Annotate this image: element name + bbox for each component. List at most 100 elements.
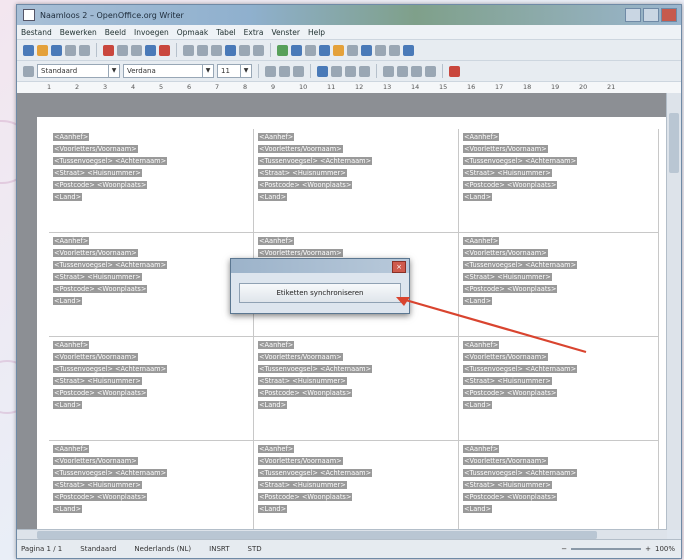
save-icon[interactable] <box>51 44 62 56</box>
redo-icon[interactable] <box>253 44 264 56</box>
menu-extra[interactable]: Extra <box>244 28 264 37</box>
show-draw-icon[interactable] <box>305 44 316 56</box>
merge-field[interactable]: <Land> <box>258 505 288 513</box>
edit-icon[interactable] <box>65 44 76 56</box>
merge-field[interactable]: <Tussenvoegsel> <Achternaam> <box>53 261 168 269</box>
open-folder-icon[interactable] <box>37 44 48 56</box>
merge-field[interactable]: <Land> <box>53 193 83 201</box>
merge-field[interactable]: <Postcode> <Woonplaats> <box>258 181 353 189</box>
merge-field[interactable]: <Straat> <Huisnummer> <box>463 169 552 177</box>
merge-field[interactable]: <Tussenvoegsel> <Achternaam> <box>258 469 373 477</box>
decrease-indent-icon[interactable] <box>411 65 422 77</box>
zoom-in-icon[interactable]: + <box>645 545 651 553</box>
merge-field[interactable]: <Aanhef> <box>53 341 90 349</box>
merge-field[interactable]: <Tussenvoegsel> <Achternaam> <box>258 157 373 165</box>
merge-field[interactable]: <Postcode> <Woonplaats> <box>463 285 558 293</box>
justify-icon[interactable] <box>359 65 370 77</box>
merge-field[interactable]: <Straat> <Huisnummer> <box>258 169 347 177</box>
new-document-icon[interactable] <box>23 44 34 56</box>
merge-field[interactable]: <Land> <box>53 401 83 409</box>
merge-field[interactable]: <Straat> <Huisnummer> <box>53 273 142 281</box>
numbering-icon[interactable] <box>383 65 394 77</box>
label-cell[interactable]: <Aanhef> <Voorletters/Voornaam> <Tussenvoe… <box>459 129 659 233</box>
merge-field[interactable]: <Straat> <Huisnummer> <box>53 169 142 177</box>
spellcheck-icon[interactable] <box>145 44 156 56</box>
zoom-icon[interactable] <box>389 44 400 56</box>
label-cell[interactable]: <Aanhef> <Voorletters/Voornaam> <Tussenvoe… <box>459 233 659 337</box>
merge-field[interactable]: <Aanhef> <box>258 133 295 141</box>
menu-invoegen[interactable]: Invoegen <box>134 28 169 37</box>
menu-tabel[interactable]: Tabel <box>216 28 235 37</box>
merge-field[interactable]: <Straat> <Huisnummer> <box>463 377 552 385</box>
merge-field[interactable]: <Postcode> <Woonplaats> <box>53 181 148 189</box>
gallery-icon[interactable] <box>347 44 358 56</box>
label-cell[interactable]: <Aanhef> <Voorletters/Voornaam> <Tussenvoe… <box>254 337 459 441</box>
merge-field[interactable]: <Voorletters/Voornaam> <box>53 353 138 361</box>
minimize-icon[interactable] <box>625 8 641 22</box>
merge-field[interactable]: <Voorletters/Voornaam> <box>258 457 343 465</box>
merge-field[interactable]: <Voorletters/Voornaam> <box>258 249 343 257</box>
merge-field[interactable]: <Tussenvoegsel> <Achternaam> <box>53 365 168 373</box>
label-cell[interactable]: <Aanhef> <Voorletters/Voornaam> <Tussenvoe… <box>254 129 459 233</box>
merge-field[interactable]: <Land> <box>53 505 83 513</box>
merge-field[interactable]: <Land> <box>258 193 288 201</box>
hyperlink-icon[interactable] <box>277 44 288 56</box>
underline-icon[interactable] <box>293 65 304 77</box>
merge-field[interactable]: <Tussenvoegsel> <Achternaam> <box>463 365 578 373</box>
increase-indent-icon[interactable] <box>425 65 436 77</box>
cut-icon[interactable] <box>183 44 194 56</box>
preview-icon[interactable] <box>131 44 142 56</box>
label-cell[interactable]: <Aanhef> <Voorletters/Voornaam> <Tussenvoe… <box>254 441 459 530</box>
label-cell[interactable]: <Aanhef> <Voorletters/Voornaam> <Tussenvoe… <box>459 337 659 441</box>
close-icon[interactable] <box>661 8 677 22</box>
merge-field[interactable]: <Aanhef> <box>53 237 90 245</box>
undo-icon[interactable] <box>239 44 250 56</box>
merge-field[interactable]: <Tussenvoegsel> <Achternaam> <box>463 261 578 269</box>
merge-field[interactable]: <Tussenvoegsel> <Achternaam> <box>463 469 578 477</box>
document-page[interactable]: <Aanhef> <Voorletters/Voornaam> <Tussenvoe… <box>37 117 667 530</box>
maximize-icon[interactable] <box>643 8 659 22</box>
font-name-select[interactable]: Verdana ▼ <box>123 64 214 78</box>
help-icon[interactable] <box>403 44 414 56</box>
merge-field[interactable]: <Straat> <Huisnummer> <box>258 481 347 489</box>
merge-field[interactable]: <Aanhef> <box>463 237 500 245</box>
merge-field[interactable]: <Straat> <Huisnummer> <box>258 377 347 385</box>
merge-field[interactable]: <Aanhef> <box>258 341 295 349</box>
export-pdf-icon[interactable] <box>103 44 114 56</box>
label-cell[interactable]: <Aanhef> <Voorletters/Voornaam> <Tussenvoe… <box>49 337 254 441</box>
menu-opmaak[interactable]: Opmaak <box>177 28 209 37</box>
find-replace-icon[interactable] <box>319 44 330 56</box>
merge-field[interactable]: <Tussenvoegsel> <Achternaam> <box>53 469 168 477</box>
merge-field[interactable]: <Tussenvoegsel> <Achternaam> <box>53 157 168 165</box>
zoom-out-icon[interactable]: − <box>561 545 567 553</box>
datasources-icon[interactable] <box>361 44 372 56</box>
label-cell[interactable]: <Aanhef> <Voorletters/Voornaam> <Tussenvoe… <box>49 441 254 530</box>
nonprinting-chars-icon[interactable] <box>375 44 386 56</box>
merge-field[interactable]: <Postcode> <Woonplaats> <box>463 493 558 501</box>
scroll-thumb[interactable] <box>669 113 679 173</box>
font-color-icon[interactable] <box>449 65 460 77</box>
merge-field[interactable]: <Voorletters/Voornaam> <box>463 353 548 361</box>
align-right-icon[interactable] <box>345 65 356 77</box>
merge-field[interactable]: <Aanhef> <box>463 133 500 141</box>
merge-field[interactable]: <Voorletters/Voornaam> <box>463 457 548 465</box>
merge-field[interactable]: <Aanhef> <box>258 445 295 453</box>
status-mode[interactable]: INSRT <box>209 545 229 553</box>
print-icon[interactable] <box>117 44 128 56</box>
align-center-icon[interactable] <box>331 65 342 77</box>
styles-icon[interactable] <box>23 65 34 77</box>
label-cell[interactable]: <Aanhef> <Voorletters/Voornaam> <Tussenvoe… <box>49 233 254 337</box>
merge-field[interactable]: <Straat> <Huisnummer> <box>463 481 552 489</box>
align-left-icon[interactable] <box>317 65 328 77</box>
bold-icon[interactable] <box>265 65 276 77</box>
merge-field[interactable]: <Straat> <Huisnummer> <box>463 273 552 281</box>
merge-field[interactable]: <Voorletters/Voornaam> <box>463 145 548 153</box>
vertical-scrollbar[interactable] <box>666 93 681 530</box>
merge-field[interactable]: <Postcode> <Woonplaats> <box>53 493 148 501</box>
merge-field[interactable]: <Land> <box>463 297 493 305</box>
merge-field[interactable]: <Aanhef> <box>258 237 295 245</box>
label-cell[interactable]: <Aanhef> <Voorletters/Voornaam> <Tussenvoe… <box>459 441 659 530</box>
merge-field[interactable]: <Voorletters/Voornaam> <box>258 145 343 153</box>
merge-field[interactable]: <Aanhef> <box>53 445 90 453</box>
merge-field[interactable]: <Tussenvoegsel> <Achternaam> <box>463 157 578 165</box>
